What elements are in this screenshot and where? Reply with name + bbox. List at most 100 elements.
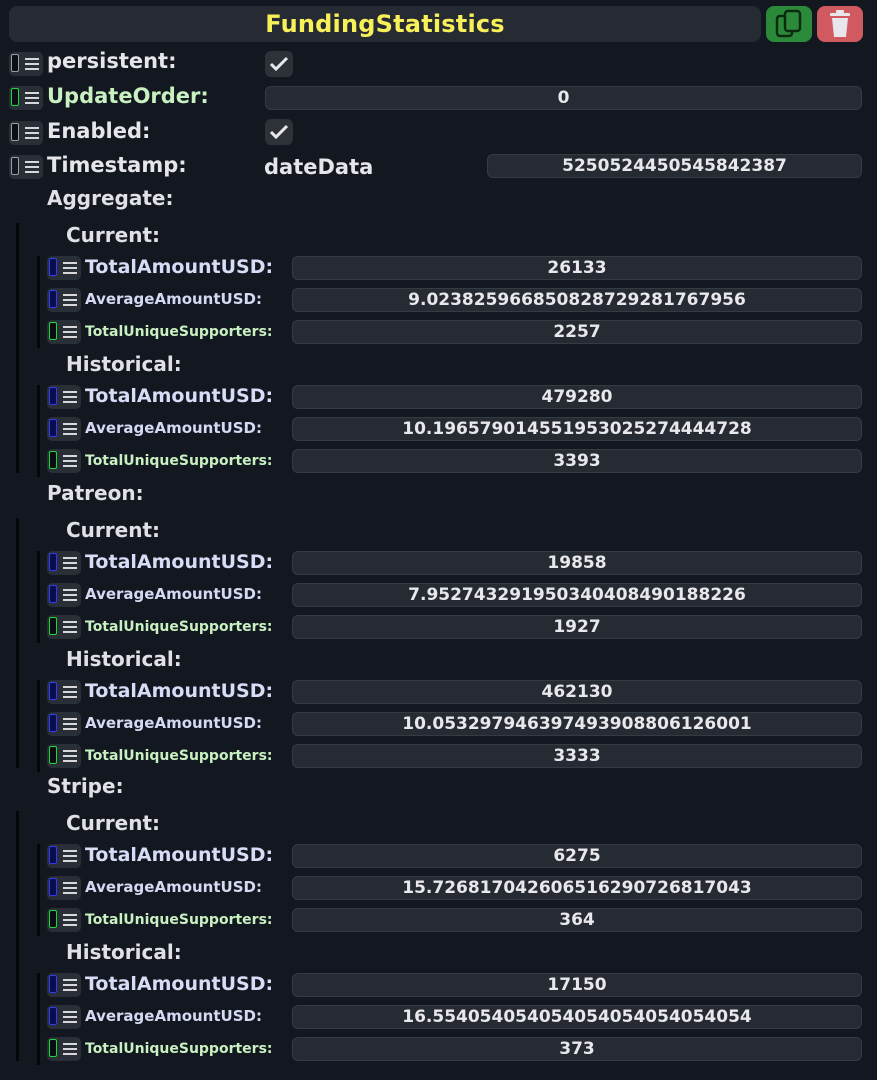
field-handle[interactable]: [47, 876, 81, 900]
component-header: FundingStatistics: [9, 6, 761, 42]
field-handle[interactable]: [9, 155, 43, 179]
field-handle[interactable]: [47, 744, 81, 768]
indicator: [49, 258, 57, 276]
group-indent-line: [37, 551, 40, 643]
average-label: AverageAmountUSD:: [85, 714, 262, 732]
indicator: [49, 617, 57, 635]
field-handle[interactable]: [47, 288, 81, 312]
field-handle[interactable]: [47, 908, 81, 932]
historical-group-title: Historical:: [66, 647, 182, 671]
unique-label: TotalUniqueSupporters:: [85, 912, 273, 928]
indicator: [49, 878, 57, 896]
indicator: [49, 846, 57, 864]
field-handle[interactable]: [47, 615, 81, 639]
unique-value-input[interactable]: 373: [292, 1037, 862, 1061]
menu-icon: [63, 262, 77, 277]
section-indent-line: [16, 223, 19, 473]
indicator: [49, 1007, 57, 1025]
indicator: [49, 451, 57, 469]
indicator: [49, 910, 57, 928]
indicator: [49, 419, 57, 437]
persistent-checkbox[interactable]: [265, 51, 293, 77]
total-label: TotalAmountUSD:: [85, 680, 274, 702]
average-value-input[interactable]: 10.196579014551953025274444728: [292, 417, 862, 441]
menu-icon: [63, 882, 77, 897]
unique-label: TotalUniqueSupporters:: [85, 324, 273, 340]
menu-icon: [63, 914, 77, 929]
unique-value-input[interactable]: 1927: [292, 615, 862, 639]
total-value-input[interactable]: 479280: [292, 385, 862, 409]
update-order-input[interactable]: 0: [265, 86, 862, 110]
field-handle[interactable]: [47, 320, 81, 344]
section-title: Aggregate:: [47, 186, 174, 210]
field-handle[interactable]: [47, 417, 81, 441]
field-handle[interactable]: [9, 52, 43, 76]
average-value-input[interactable]: 15.726817042606516290726817043: [292, 876, 862, 900]
field-handle[interactable]: [47, 712, 81, 736]
unique-label: TotalUniqueSupporters:: [85, 619, 273, 635]
current-group-title: Current:: [66, 518, 161, 542]
group-indent-line: [37, 256, 40, 348]
persistent-label: persistent:: [47, 49, 177, 73]
field-handle[interactable]: [9, 121, 43, 145]
indicator: [11, 157, 19, 175]
average-label: AverageAmountUSD:: [85, 878, 262, 896]
field-handle[interactable]: [47, 385, 81, 409]
section-indent-line: [16, 811, 19, 1061]
field-handle[interactable]: [47, 256, 81, 280]
menu-icon: [63, 850, 77, 865]
average-value-input[interactable]: 16.554054054054054054054054054: [292, 1005, 862, 1029]
total-value-input[interactable]: 19858: [292, 551, 862, 575]
menu-icon: [63, 455, 77, 470]
total-label: TotalAmountUSD:: [85, 973, 274, 995]
menu-icon: [63, 557, 77, 572]
unique-label: TotalUniqueSupporters:: [85, 453, 273, 469]
timestamp-type-label: dateData: [264, 155, 374, 179]
trash-icon: [830, 10, 850, 37]
total-value-input[interactable]: 17150: [292, 973, 862, 997]
unique-value-input[interactable]: 364: [292, 908, 862, 932]
menu-icon: [63, 423, 77, 438]
duplicate-button[interactable]: [766, 6, 812, 42]
field-handle[interactable]: [47, 1005, 81, 1029]
field-handle[interactable]: [9, 86, 43, 110]
field-handle[interactable]: [47, 551, 81, 575]
indicator: [49, 387, 57, 405]
field-handle[interactable]: [47, 1037, 81, 1061]
section-title: Stripe:: [47, 774, 124, 798]
total-label: TotalAmountUSD:: [85, 551, 274, 573]
menu-icon: [63, 750, 77, 765]
field-handle[interactable]: [47, 583, 81, 607]
delete-button[interactable]: [817, 6, 863, 42]
enabled-checkbox[interactable]: [265, 119, 293, 145]
average-value-input[interactable]: 7.952743291950340408490188226: [292, 583, 862, 607]
field-handle[interactable]: [47, 973, 81, 997]
total-label: TotalAmountUSD:: [85, 385, 274, 407]
average-value-input[interactable]: 9.023825966850828729281767956: [292, 288, 862, 312]
indicator: [49, 290, 57, 308]
menu-icon: [63, 1011, 77, 1026]
unique-value-input[interactable]: 3333: [292, 744, 862, 768]
total-value-input[interactable]: 6275: [292, 844, 862, 868]
menu-icon: [63, 391, 77, 406]
unique-label: TotalUniqueSupporters:: [85, 748, 273, 764]
field-handle[interactable]: [47, 449, 81, 473]
unique-value-input[interactable]: 2257: [292, 320, 862, 344]
group-indent-line: [37, 973, 40, 1065]
field-handle[interactable]: [47, 844, 81, 868]
average-value-input[interactable]: 10.053297946397493908806126001: [292, 712, 862, 736]
group-indent-line: [37, 844, 40, 936]
historical-group-title: Historical:: [66, 940, 182, 964]
field-handle[interactable]: [47, 680, 81, 704]
historical-group-title: Historical:: [66, 352, 182, 376]
total-value-input[interactable]: 462130: [292, 680, 862, 704]
total-value-input[interactable]: 26133: [292, 256, 862, 280]
indicator: [11, 123, 19, 141]
menu-icon: [63, 621, 77, 636]
group-indent-line: [37, 680, 40, 772]
unique-value-input[interactable]: 3393: [292, 449, 862, 473]
timestamp-input[interactable]: 5250524450545842387: [487, 154, 862, 178]
indicator: [49, 682, 57, 700]
average-label: AverageAmountUSD:: [85, 1007, 262, 1025]
total-label: TotalAmountUSD:: [85, 844, 274, 866]
